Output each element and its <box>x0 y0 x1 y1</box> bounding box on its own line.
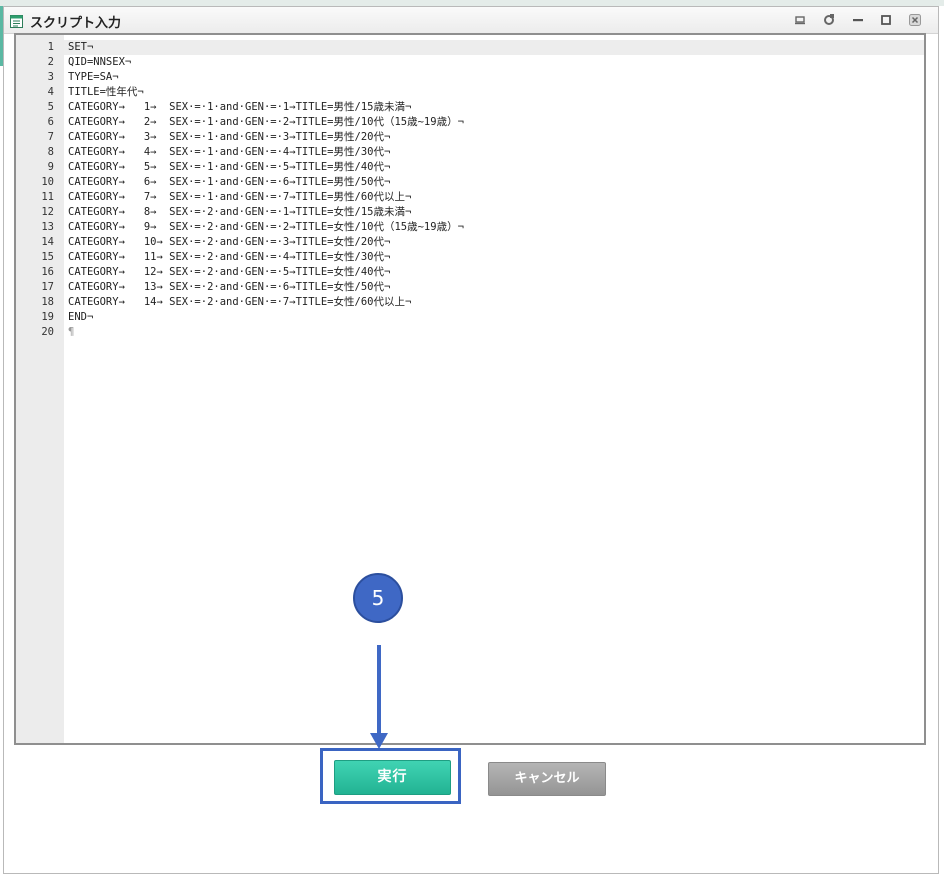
line-number: 3 <box>47 71 54 83</box>
code-line[interactable]: CATEGORY→ 6→ SEX·=·1·and·GEN·=·6→TITLE=男… <box>64 175 390 190</box>
step-number-badge: 5 <box>353 573 403 623</box>
code-line[interactable]: CATEGORY→ 7→ SEX·=·1·and·GEN·=·7→TITLE=男… <box>64 190 411 205</box>
line-number: 10 <box>41 176 54 188</box>
code-line[interactable]: CATEGORY→ 12→ SEX·=·2·and·GEN·=·5→TITLE=… <box>64 265 390 280</box>
dialog-title: スクリプト入力 <box>30 16 122 31</box>
code-line[interactable]: CATEGORY→ 14→ SEX·=·2·and·GEN·=·7→TITLE=… <box>64 295 411 310</box>
code-line[interactable]: QID=NNSEX¬ <box>64 55 131 70</box>
line-number: 2 <box>47 56 54 68</box>
code-line[interactable]: SET¬ <box>64 40 924 55</box>
step-arrow-icon <box>370 645 388 749</box>
code-line[interactable]: TITLE=性年代¬ <box>64 85 144 100</box>
line-number: 15 <box>41 251 54 263</box>
line-number: 6 <box>47 116 54 128</box>
run-button[interactable]: 実行 <box>334 760 451 795</box>
line-number: 12 <box>41 206 54 218</box>
script-window-icon <box>10 13 23 28</box>
code-line[interactable]: CATEGORY→ 4→ SEX·=·1·and·GEN·=·4→TITLE=男… <box>64 145 390 160</box>
line-number: 18 <box>41 296 54 308</box>
line-number: 19 <box>41 311 54 323</box>
line-number: 17 <box>41 281 54 293</box>
line-number: 9 <box>47 161 54 173</box>
code-line[interactable]: CATEGORY→ 2→ SEX·=·1·and·GEN·=·2→TITLE=男… <box>64 115 464 130</box>
code-line[interactable]: CATEGORY→ 9→ SEX·=·2·and·GEN·=·2→TITLE=女… <box>64 220 464 235</box>
close-icon[interactable] <box>906 11 924 29</box>
line-number: 20 <box>41 326 54 338</box>
pin-icon[interactable] <box>791 11 809 29</box>
script-editor[interactable]: 1 2 3 4 5 6 7 8 9 10 11 12 13 14 15 16 1… <box>14 33 926 745</box>
line-number: 13 <box>41 221 54 233</box>
code-line[interactable]: CATEGORY→ 11→ SEX·=·2·and·GEN·=·4→TITLE=… <box>64 250 390 265</box>
code-line[interactable]: CATEGORY→ 5→ SEX·=·1·and·GEN·=·5→TITLE=男… <box>64 160 390 175</box>
line-number: 1 <box>47 41 54 53</box>
line-number: 5 <box>47 101 54 113</box>
line-number: 8 <box>47 146 54 158</box>
line-number: 4 <box>47 86 54 98</box>
refresh-icon[interactable] <box>820 11 838 29</box>
code-area[interactable]: SET¬ QID=NNSEX¬ TYPE=SA¬ TITLE=性年代¬ CATE… <box>64 35 924 743</box>
line-number: 11 <box>41 191 54 203</box>
code-line[interactable]: CATEGORY→ 13→ SEX·=·2·and·GEN·=·6→TITLE=… <box>64 280 390 295</box>
code-line[interactable]: CATEGORY→ 10→ SEX·=·2·and·GEN·=·3→TITLE=… <box>64 235 390 250</box>
code-line[interactable]: CATEGORY→ 1→ SEX·=·1·and·GEN·=·1→TITLE=男… <box>64 100 411 115</box>
maximize-icon[interactable] <box>877 11 895 29</box>
code-line[interactable]: CATEGORY→ 3→ SEX·=·1·and·GEN·=·3→TITLE=男… <box>64 130 390 145</box>
line-number: 7 <box>47 131 54 143</box>
code-line[interactable]: ¶ <box>64 325 74 340</box>
code-line[interactable]: END¬ <box>64 310 93 325</box>
code-line[interactable]: CATEGORY→ 8→ SEX·=·2·and·GEN·=·1→TITLE=女… <box>64 205 411 220</box>
line-number-gutter: 1 2 3 4 5 6 7 8 9 10 11 12 13 14 15 16 1… <box>16 35 64 743</box>
line-number: 14 <box>41 236 54 248</box>
minimize-icon[interactable] <box>849 11 867 29</box>
cancel-button[interactable]: キャンセル <box>488 762 606 796</box>
code-line[interactable]: TYPE=SA¬ <box>64 70 119 85</box>
title-bar[interactable]: スクリプト入力 <box>4 7 938 34</box>
line-number: 16 <box>41 266 54 278</box>
